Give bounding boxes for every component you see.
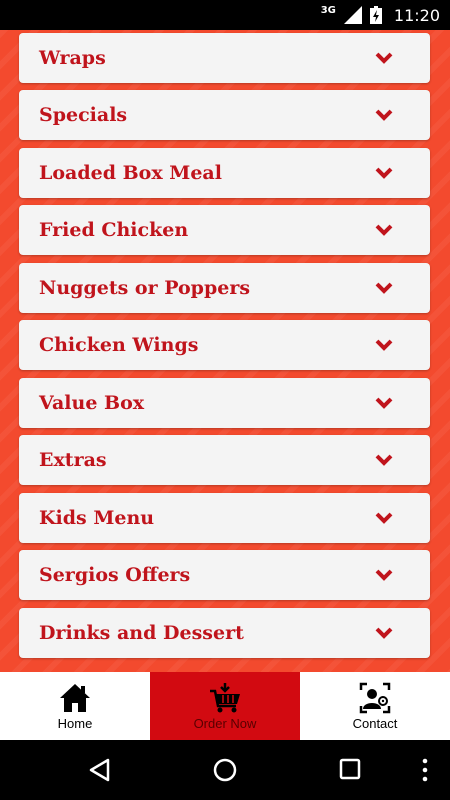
back-icon[interactable] [88,758,112,782]
status-bar: 3G 11:20 [0,0,450,30]
menu-item-label: Nuggets or Poppers [39,277,251,299]
tab-contact-label: Contact [352,716,398,731]
menu-item-wraps[interactable]: Wraps [19,33,430,83]
menu-item-label: Sergios Offers [39,564,191,586]
menu-item-drinks-and-dessert[interactable]: Drinks and Dessert [19,608,430,658]
menu-content[interactable]: Wraps Specials Loaded Box Meal Fried Chi… [0,30,450,672]
menu-item-extras[interactable]: Extras [19,435,430,485]
chevron-down-icon [375,282,393,294]
menu-item-specials[interactable]: Specials [19,90,430,140]
chevron-down-icon [375,224,393,236]
bottom-navigation: Home Order Now Contact [0,672,450,740]
home-button-icon[interactable] [213,758,237,782]
menu-item-label: Chicken Wings [39,334,199,356]
system-navigation-bar [0,740,450,800]
chevron-down-icon [375,52,393,64]
tab-home[interactable]: Home [0,672,150,740]
tab-order-now[interactable]: Order Now [150,672,300,740]
chevron-down-icon [375,397,393,409]
menu-item-loaded-box-meal[interactable]: Loaded Box Meal [19,148,430,198]
battery-icon [369,6,382,24]
menu-item-label: Specials [39,104,128,126]
menu-item-label: Extras [39,449,107,471]
menu-item-label: Fried Chicken [39,219,189,241]
clock: 11:20 [393,5,440,25]
home-icon [60,684,90,712]
tab-contact[interactable]: Contact [300,672,450,740]
menu-item-nuggets-or-poppers[interactable]: Nuggets or Poppers [19,263,430,313]
more-options-icon[interactable] [420,758,430,782]
chevron-down-icon [375,167,393,179]
chevron-down-icon [375,512,393,524]
menu-item-sergios-offers[interactable]: Sergios Offers [19,550,430,600]
menu-item-label: Wraps [39,47,106,69]
menu-item-label: Kids Menu [39,507,155,529]
menu-item-value-box[interactable]: Value Box [19,378,430,428]
chevron-down-icon [375,339,393,351]
menu-item-chicken-wings[interactable]: Chicken Wings [19,320,430,370]
tab-order-now-label: Order Now [193,716,257,731]
menu-item-label: Loaded Box Meal [39,162,222,184]
tab-home-label: Home [57,716,93,731]
contact-icon [359,682,391,714]
menu-item-fried-chicken[interactable]: Fried Chicken [19,205,430,255]
status-icons: 3G 11:20 [321,0,440,30]
chevron-down-icon [375,454,393,466]
chevron-down-icon [375,627,393,639]
basket-icon [210,683,240,713]
chevron-down-icon [375,569,393,581]
menu-item-kids-menu[interactable]: Kids Menu [19,493,430,543]
chevron-down-icon [375,109,393,121]
menu-item-label: Value Box [39,392,145,414]
signal-icon [343,6,362,24]
menu-item-label: Drinks and Dessert [39,622,244,644]
recents-icon[interactable] [339,758,361,780]
network-type: 3G [320,4,336,16]
